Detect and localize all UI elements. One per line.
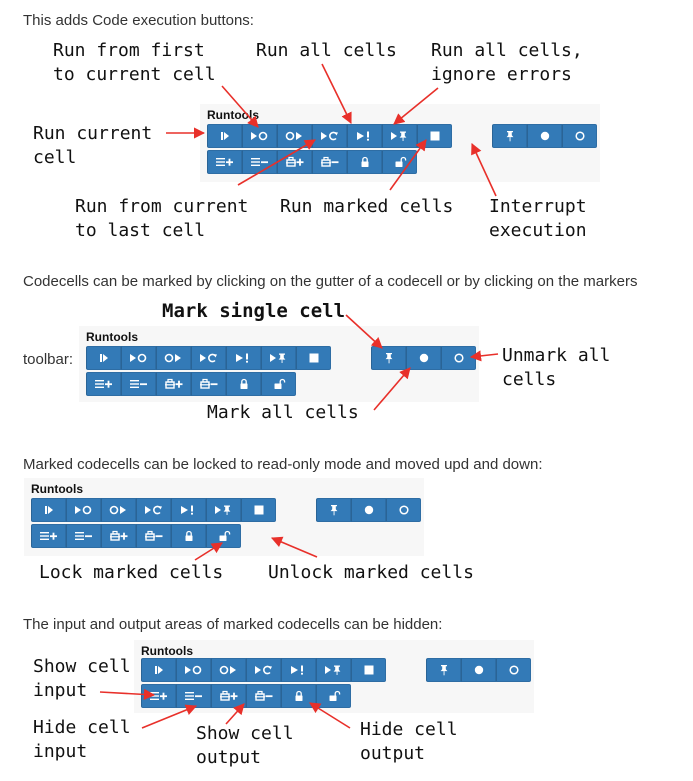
- arrow-mark-all: [373, 367, 411, 411]
- arrow-run-from-current: [237, 139, 316, 186]
- arrow-unmark-all: [469, 350, 499, 362]
- arrow-run-all-ignore: [393, 87, 439, 125]
- arrow-run-all: [321, 63, 352, 125]
- arrow-interrupt: [471, 142, 497, 197]
- arrow-unlock: [270, 536, 318, 558]
- arrow-hide-output: [309, 702, 351, 729]
- arrow-run-from-first: [221, 85, 259, 128]
- arrow-hide-input: [141, 704, 198, 729]
- arrow-run-marked: [389, 139, 427, 191]
- arrow-show-output: [225, 703, 245, 725]
- arrow-show-input: [99, 688, 156, 701]
- annotation-arrows: [99, 63, 499, 729]
- arrow-lock: [194, 542, 223, 561]
- arrow-mark-single: [345, 314, 383, 349]
